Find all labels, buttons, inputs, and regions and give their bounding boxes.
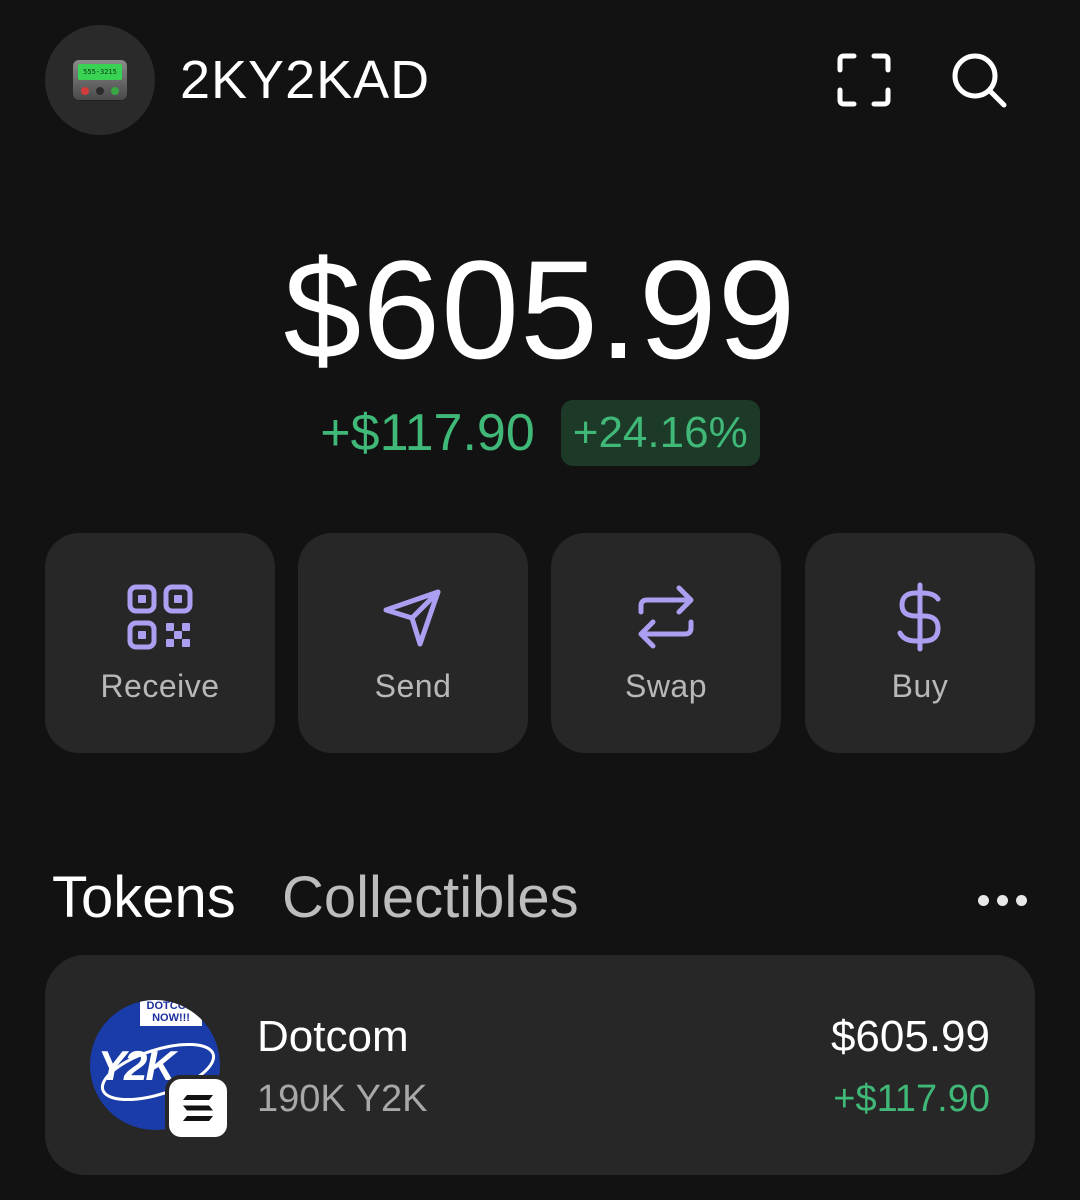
pager-icon: 555-3215 (73, 60, 127, 100)
solana-chain-icon (165, 1075, 231, 1141)
header: 555-3215 2KY2KAD (0, 0, 1080, 160)
balance-change-row: +$117.90 +24.16% (0, 400, 1080, 466)
search-button[interactable] (947, 48, 1011, 112)
send-button[interactable]: Send (298, 533, 528, 753)
swap-button[interactable]: Swap (551, 533, 781, 753)
send-icon (383, 589, 441, 647)
dollar-icon (897, 582, 941, 652)
receive-label: Receive (100, 668, 220, 704)
balance-change-percent-badge: +24.16% (560, 400, 760, 466)
token-change: +$117.90 (833, 1078, 990, 1120)
token-amount: 190K Y2K (257, 1078, 428, 1120)
token-logo-text: Y2K (98, 1042, 176, 1089)
scan-button[interactable] (832, 48, 896, 112)
pager-screen-text: 555-3215 (78, 64, 122, 80)
token-row[interactable]: DOTCOM NOW!!! Y2K Dotcom 190K Y2K $605.9… (45, 955, 1035, 1175)
action-buttons: Receive Send Swap Buy (45, 533, 1035, 753)
tab-collectibles[interactable]: Collectibles (282, 863, 579, 933)
search-icon (952, 53, 1007, 108)
asset-tabs: Tokens Collectibles (0, 855, 1080, 935)
token-name: Dotcom (257, 1012, 409, 1061)
scan-icon (837, 53, 891, 107)
receive-button[interactable]: Receive (45, 533, 275, 753)
more-options-icon[interactable] (955, 865, 1050, 935)
account-name[interactable]: 2KY2KAD (180, 46, 430, 114)
total-balance: $605.99 (283, 231, 797, 388)
token-value: $605.99 (830, 1012, 990, 1061)
swap-label: Swap (624, 668, 708, 704)
buy-label: Buy (891, 668, 949, 704)
swap-icon (638, 585, 694, 649)
balance-change-amount: +$117.90 (320, 404, 535, 462)
tab-tokens[interactable]: Tokens (52, 863, 236, 933)
send-label: Send (374, 668, 452, 704)
qr-code-icon (127, 584, 193, 650)
buy-button[interactable]: Buy (805, 533, 1035, 753)
avatar[interactable]: 555-3215 (45, 25, 155, 135)
